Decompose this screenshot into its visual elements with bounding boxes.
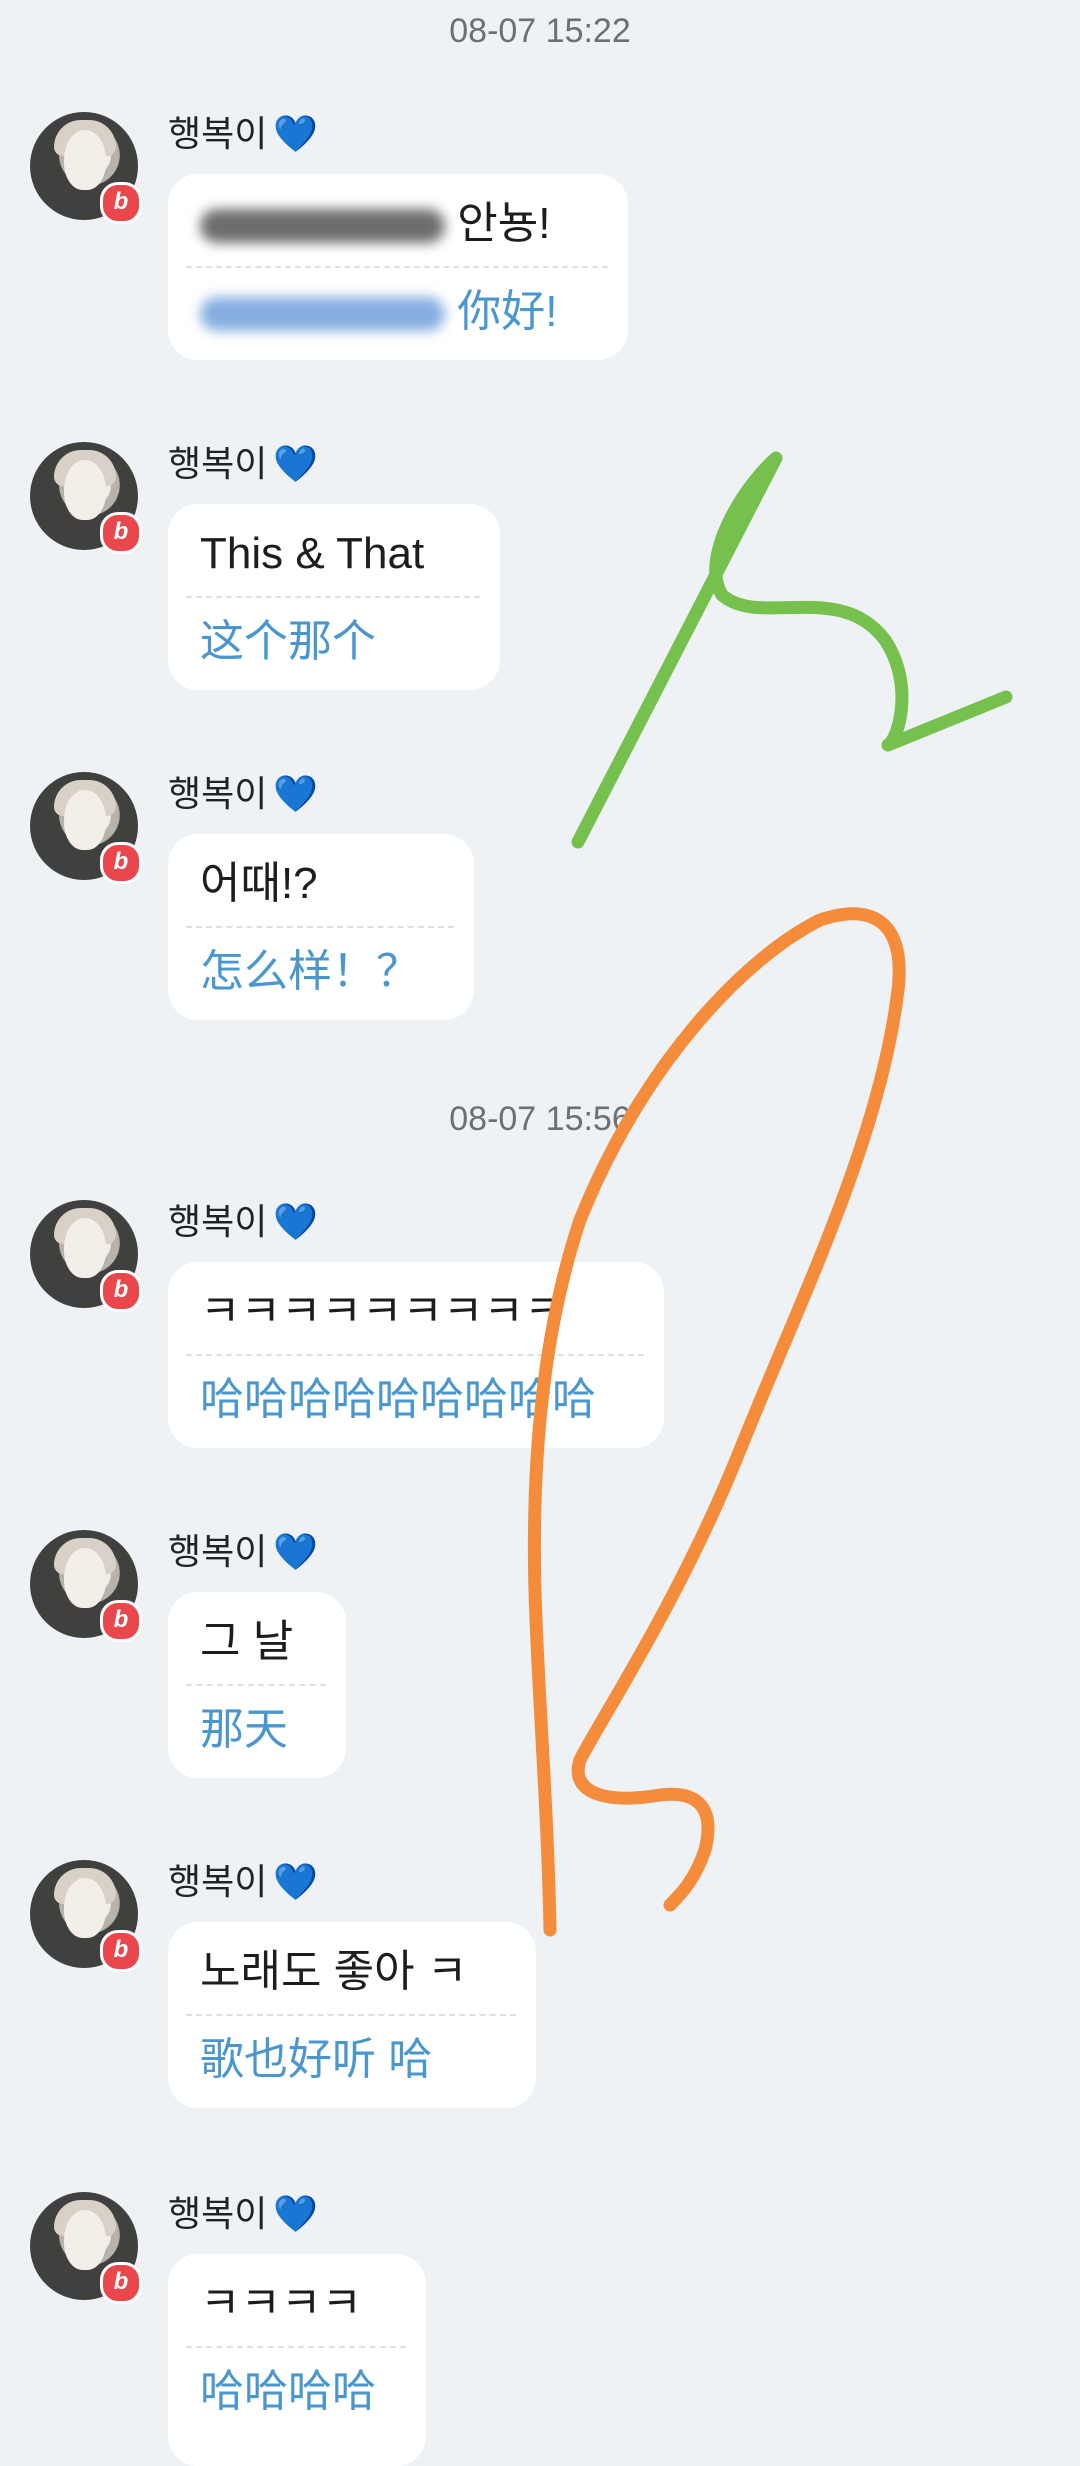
orange-scribble	[527, 907, 906, 1937]
annotation-scribbles	[527, 451, 1013, 1937]
green-scribble	[571, 451, 1013, 849]
